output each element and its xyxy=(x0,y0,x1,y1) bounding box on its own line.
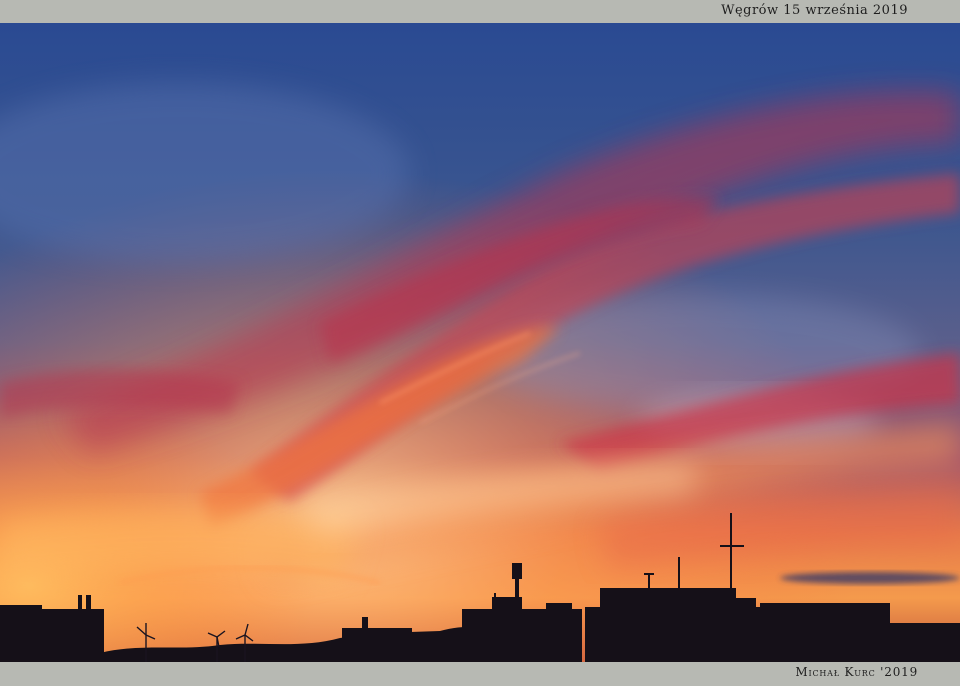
sunset-image xyxy=(0,23,960,662)
caption-bar-top: Węgrów 15 września 2019 xyxy=(0,0,960,23)
caption-bar-bottom: Michał Kurc '2019 xyxy=(0,662,960,686)
sunset-photo xyxy=(0,23,960,662)
photo-credit: Michał Kurc '2019 xyxy=(795,665,918,679)
photo-title: Węgrów 15 września 2019 xyxy=(721,3,908,18)
photo-frame: Węgrów 15 września 2019 Michał Kurc '201… xyxy=(0,0,960,686)
